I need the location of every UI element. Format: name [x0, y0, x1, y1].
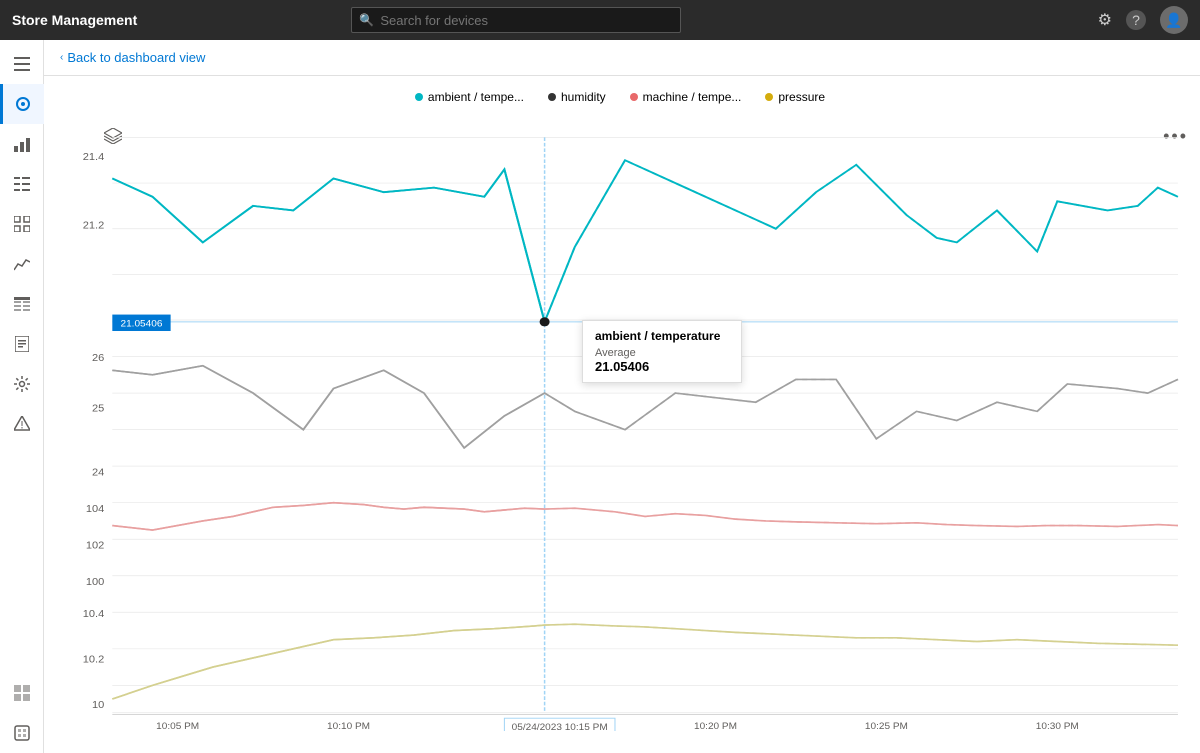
svg-text:26: 26 — [92, 353, 104, 364]
chart-legend: ambient / tempe... humidity machine / te… — [52, 84, 1188, 110]
svg-text:10.2: 10.2 — [83, 654, 105, 665]
svg-text:10:30 PM: 10:30 PM — [1036, 722, 1079, 731]
sidebar-item-analytics[interactable] — [0, 124, 44, 164]
search-container: 🔍 — [351, 7, 681, 33]
svg-text:10: 10 — [92, 700, 104, 711]
back-chevron-icon: ‹ — [60, 52, 63, 63]
content-area: ‹ Back to dashboard view ambient / tempe… — [44, 40, 1200, 753]
legend-item-machine: machine / tempe... — [630, 90, 742, 104]
svg-text:24: 24 — [92, 467, 104, 478]
sidebar-bottom — [0, 673, 44, 753]
sidebar — [0, 40, 44, 753]
svg-text:100: 100 — [86, 576, 105, 587]
svg-text:102: 102 — [86, 540, 105, 551]
svg-text:10:05 PM: 10:05 PM — [156, 722, 199, 731]
back-label: Back to dashboard view — [67, 50, 205, 65]
svg-text:21.05406: 21.05406 — [121, 319, 163, 329]
topbar: Store Management 🔍 ⚙ ? 👤 — [0, 0, 1200, 40]
svg-text:25: 25 — [92, 403, 104, 414]
legend-dot-machine — [630, 93, 638, 101]
sidebar-item-settings2[interactable] — [0, 364, 44, 404]
sidebar-item-alerts[interactable] — [0, 404, 44, 444]
sidebar-item-table[interactable] — [0, 284, 44, 324]
sidebar-item-dashboard[interactable] — [0, 84, 44, 124]
legend-label-humidity: humidity — [561, 90, 606, 104]
search-icon: 🔍 — [359, 13, 374, 27]
svg-text:104: 104 — [86, 503, 105, 514]
intersection-dot — [540, 317, 550, 326]
main-layout: ‹ Back to dashboard view ambient / tempe… — [0, 40, 1200, 753]
back-bar: ‹ Back to dashboard view — [44, 40, 1200, 76]
legend-dot-pressure — [765, 93, 773, 101]
user-icon[interactable]: 👤 — [1160, 6, 1188, 34]
chart-svg-container: 21.4 21.2 26 25 24 104 102 100 10.4 10.2… — [52, 110, 1188, 731]
sidebar-item-chart[interactable] — [0, 244, 44, 284]
legend-item-pressure: pressure — [765, 90, 825, 104]
svg-text:10:25 PM: 10:25 PM — [865, 722, 908, 731]
svg-text:10:10 PM: 10:10 PM — [327, 722, 370, 731]
topbar-right: ⚙ ? 👤 — [1098, 6, 1188, 34]
legend-label-pressure: pressure — [778, 90, 825, 104]
svg-text:21.2: 21.2 — [83, 220, 105, 231]
svg-text:21.4: 21.4 — [83, 152, 105, 163]
legend-dot-humidity — [548, 93, 556, 101]
legend-item-humidity: humidity — [548, 90, 606, 104]
chart-area: ambient / tempe... humidity machine / te… — [44, 76, 1200, 753]
svg-text:10:20 PM: 10:20 PM — [694, 722, 737, 731]
legend-item-ambient: ambient / tempe... — [415, 90, 524, 104]
search-input[interactable] — [351, 7, 681, 33]
chart-svg: 21.4 21.2 26 25 24 104 102 100 10.4 10.2… — [52, 110, 1188, 731]
legend-dot-ambient — [415, 93, 423, 101]
sidebar-item-grid3[interactable] — [0, 673, 44, 713]
sidebar-item-menu[interactable] — [0, 44, 44, 84]
legend-label-machine: machine / tempe... — [643, 90, 742, 104]
help-icon[interactable]: ? — [1126, 10, 1146, 30]
sidebar-item-grid[interactable] — [0, 204, 44, 244]
svg-text:05/24/2023 10:15 PM: 05/24/2023 10:15 PM — [512, 722, 608, 731]
svg-text:10.4: 10.4 — [83, 608, 105, 619]
back-button[interactable]: ‹ Back to dashboard view — [60, 50, 205, 65]
sidebar-item-docs[interactable] — [0, 324, 44, 364]
sidebar-item-bottom2[interactable] — [0, 713, 44, 753]
legend-label-ambient: ambient / tempe... — [428, 90, 524, 104]
sidebar-item-list[interactable] — [0, 164, 44, 204]
app-title: Store Management — [12, 12, 137, 28]
settings-icon[interactable]: ⚙ — [1098, 10, 1112, 30]
